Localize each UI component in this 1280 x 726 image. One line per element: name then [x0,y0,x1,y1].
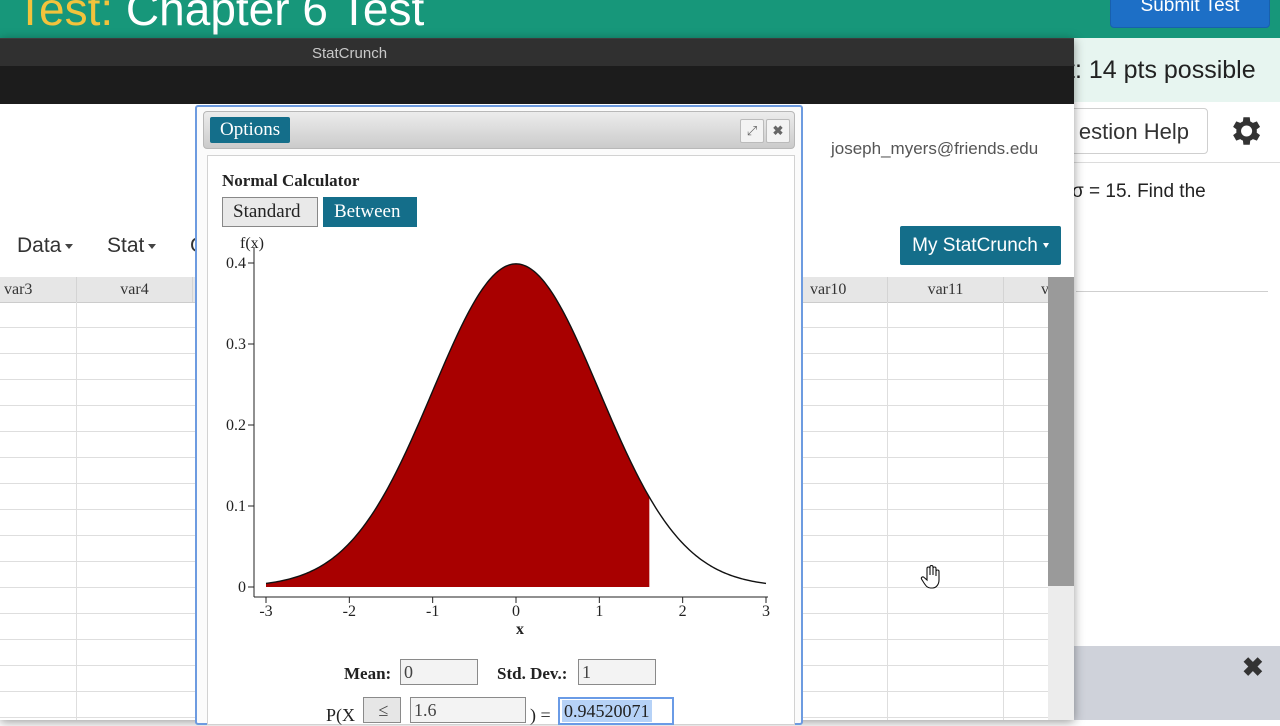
menu-stat[interactable]: Stat [107,234,157,258]
test-title: Test: Chapter 6 Test [16,0,424,36]
column-header-var4[interactable]: var4 [77,277,193,302]
probability-result[interactable]: 0.94520071 [558,697,674,725]
my-statcrunch-label: My StatCrunch [912,235,1038,256]
x-tick-label: 2 [679,603,687,620]
caret-down-icon [1042,243,1049,249]
menu-label: Stat [107,234,145,257]
dialog-body: Normal Calculator Standard Between f(x) … [207,155,795,725]
scrollbar-thumb[interactable] [1048,302,1074,586]
caret-down-icon [65,243,74,249]
x-tick-label: -3 [259,603,272,620]
user-email: joseph_myers@friends.edu [831,139,1039,158]
probability-prefix: P(X [326,705,356,725]
test-title-text: Chapter 6 Test [113,0,425,35]
probability-suffix: ) = [530,705,551,725]
test-title-label: Test: [16,0,114,35]
caret-down-icon [148,243,157,249]
mean-input[interactable]: 0 [400,659,478,685]
menu-data[interactable]: Data [17,234,74,258]
menu-label: Data [17,234,62,257]
column-header-var11[interactable]: var11 [888,277,1004,302]
std-dev-input[interactable]: 1 [578,659,656,685]
scrollbar-header [1048,277,1074,302]
column-header-var10[interactable]: var10 [803,277,888,302]
divider [1076,291,1268,292]
question-text: σ = 15. Find the [1072,181,1206,202]
x-tick-label: -1 [426,603,439,620]
points-text: t: 14 pts possible [1068,56,1256,84]
y-tick-label: 0.2 [226,417,246,434]
tab-standard[interactable]: Standard [222,197,318,227]
column-header-var12[interactable]: var1 [1004,277,1048,302]
normal-calculator-dialog: Options ⤢ ✖ Normal Calculator Standard B… [195,105,803,725]
expand-icon[interactable]: ⤢ [740,119,764,143]
calculator-title: Normal Calculator [222,171,360,190]
close-icon[interactable]: ✖ [766,119,790,143]
y-ticks: 0 0.1 0.2 0.3 0.4 [226,255,254,596]
y-tick-label: 0.4 [226,255,246,272]
probability-result-value: 0.94520071 [562,700,652,722]
window-titlebar[interactable]: StatCrunch [0,38,1074,67]
gear-icon[interactable] [1226,112,1264,150]
operator-select[interactable]: ≤ [363,697,401,723]
x-axis-label: x [516,621,524,638]
normal-distribution-plot: f(x) x -3 -2 -1 0 1 2 3 0 0.1 0.2 0.3 0.4 [226,235,770,638]
y-tick-label: 0.3 [226,336,246,353]
dialog-titlebar[interactable]: Options ⤢ ✖ [203,111,795,149]
window-title: StatCrunch [312,45,388,62]
std-dev-label: Std. Dev.: [497,664,568,683]
column-header-var3[interactable]: var3 [0,277,77,302]
x-tick-label: 0 [512,603,520,620]
mean-label: Mean: [344,664,392,683]
hand-cursor-icon [920,565,940,589]
x-value-input[interactable]: 1.6 [410,697,526,723]
y-tick-label: 0.1 [226,498,246,515]
submit-test-button[interactable]: Submit Test [1110,0,1270,28]
close-icon[interactable]: ✖ [1242,652,1264,683]
divider [1060,162,1280,163]
tab-between[interactable]: Between [323,197,417,227]
x-tick-label: 1 [595,603,603,620]
window-toolbar [0,66,1074,104]
x-ticks: -3 -2 -1 0 1 2 3 [259,597,770,620]
options-button[interactable]: Options [210,117,291,143]
my-statcrunch-button[interactable]: My StatCrunch [900,226,1061,265]
test-header: Test: Chapter 6 Test Submit Test [0,0,1280,38]
x-tick-label: -2 [343,603,356,620]
y-axis-label: f(x) [240,235,264,252]
x-tick-label: 3 [762,603,770,620]
y-tick-label: 0 [238,579,246,596]
shaded-area [266,263,650,587]
